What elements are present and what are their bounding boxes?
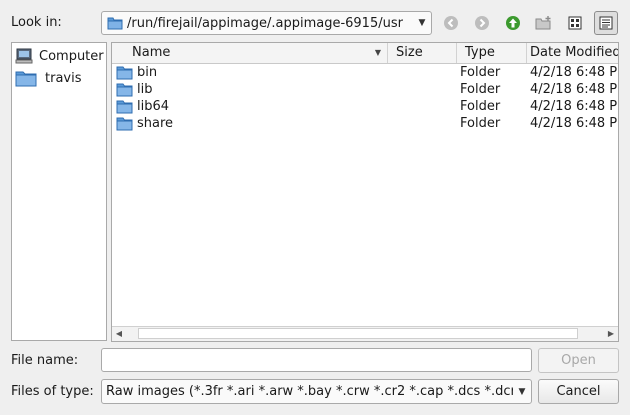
open-button[interactable]: Open <box>538 348 619 373</box>
look-in-path: /run/firejail/appimage/.appimage-6915/us… <box>127 15 403 31</box>
places-sidebar: Computer travis <box>11 42 107 341</box>
column-size[interactable]: Size <box>388 43 457 63</box>
column-header: Name ▼ Size Type Date Modified <box>112 43 618 64</box>
scrollbar-track[interactable] <box>138 328 578 339</box>
file-name-cell: lib64 <box>137 99 170 114</box>
column-name[interactable]: Name ▼ <box>124 43 388 63</box>
file-name-input[interactable] <box>101 348 532 372</box>
sidebar-item-label: travis <box>45 70 82 86</box>
chevron-down-icon[interactable]: ▼ <box>513 387 531 397</box>
list-view-button[interactable] <box>563 11 587 35</box>
folder-icon <box>15 71 37 87</box>
cancel-button[interactable]: Cancel <box>538 379 619 404</box>
forward-icon <box>475 16 489 30</box>
back-button[interactable] <box>439 11 463 35</box>
column-size-label: Size <box>396 45 423 60</box>
computer-icon <box>15 48 33 64</box>
file-date-cell: 4/2/18 6:48 PM <box>530 116 618 131</box>
file-list-view[interactable]: Name ▼ Size Type Date Modified bin Folder… <box>111 42 619 342</box>
column-date-label: Date Modified <box>530 45 619 60</box>
sidebar-item-travis[interactable]: travis <box>15 69 82 87</box>
forward-button[interactable] <box>470 11 494 35</box>
sidebar-item-label: Computer <box>39 48 104 64</box>
up-icon <box>506 16 520 30</box>
column-type[interactable]: Type <box>457 43 527 63</box>
file-size-cell <box>396 115 456 132</box>
file-type-cell: Folder <box>460 99 501 114</box>
list-view-icon <box>568 16 582 30</box>
file-name-cell: bin <box>137 65 158 80</box>
file-type-cell: Folder <box>460 82 501 97</box>
files-of-type-combo[interactable]: Raw images (*.3fr *.ari *.arw *.bay *.cr… <box>101 379 532 404</box>
file-size-cell <box>396 81 456 98</box>
file-name-cell: lib <box>137 82 153 97</box>
file-name-label: File name: <box>11 353 79 368</box>
up-button[interactable] <box>501 11 525 35</box>
scroll-left-icon[interactable]: ◀ <box>112 327 126 341</box>
scroll-right-icon[interactable]: ▶ <box>604 327 618 341</box>
back-icon <box>444 16 458 30</box>
file-type-cell: Folder <box>460 116 501 131</box>
look-in-combo[interactable]: /run/firejail/appimage/.appimage-6915/us… <box>101 11 432 35</box>
folder-icon <box>107 16 123 30</box>
sidebar-item-computer[interactable]: Computer <box>15 47 104 65</box>
file-size-cell <box>396 64 456 81</box>
look-in-label: Look in: <box>11 15 62 30</box>
column-date[interactable]: Date Modified <box>527 43 619 63</box>
folder-icon <box>116 116 133 135</box>
table-row[interactable]: share Folder 4/2/18 6:48 PM <box>112 115 618 132</box>
column-type-label: Type <box>465 45 495 60</box>
file-date-cell: 4/2/18 6:48 PM <box>530 99 618 114</box>
files-of-type-label: Files of type: <box>11 384 94 399</box>
sort-descending-icon: ▼ <box>374 48 381 57</box>
table-row[interactable]: bin Folder 4/2/18 6:48 PM <box>112 64 618 81</box>
horizontal-scrollbar[interactable]: ◀ ▶ <box>112 326 618 341</box>
chevron-down-icon[interactable]: ▼ <box>413 18 431 28</box>
file-type-cell: Folder <box>460 65 501 80</box>
table-row[interactable]: lib64 Folder 4/2/18 6:48 PM <box>112 98 618 115</box>
detail-view-button[interactable] <box>594 11 618 35</box>
new-folder-button[interactable] <box>532 11 556 35</box>
file-name-cell: share <box>137 116 174 131</box>
new-folder-icon <box>535 16 551 30</box>
detail-view-icon <box>599 16 613 30</box>
file-date-cell: 4/2/18 6:48 PM <box>530 65 618 80</box>
table-row[interactable]: lib Folder 4/2/18 6:48 PM <box>112 81 618 98</box>
files-of-type-value: Raw images (*.3fr *.ari *.arw *.bay *.cr… <box>106 384 513 399</box>
file-date-cell: 4/2/18 6:48 PM <box>530 82 618 97</box>
file-size-cell <box>396 98 456 115</box>
column-name-label: Name <box>132 45 171 60</box>
